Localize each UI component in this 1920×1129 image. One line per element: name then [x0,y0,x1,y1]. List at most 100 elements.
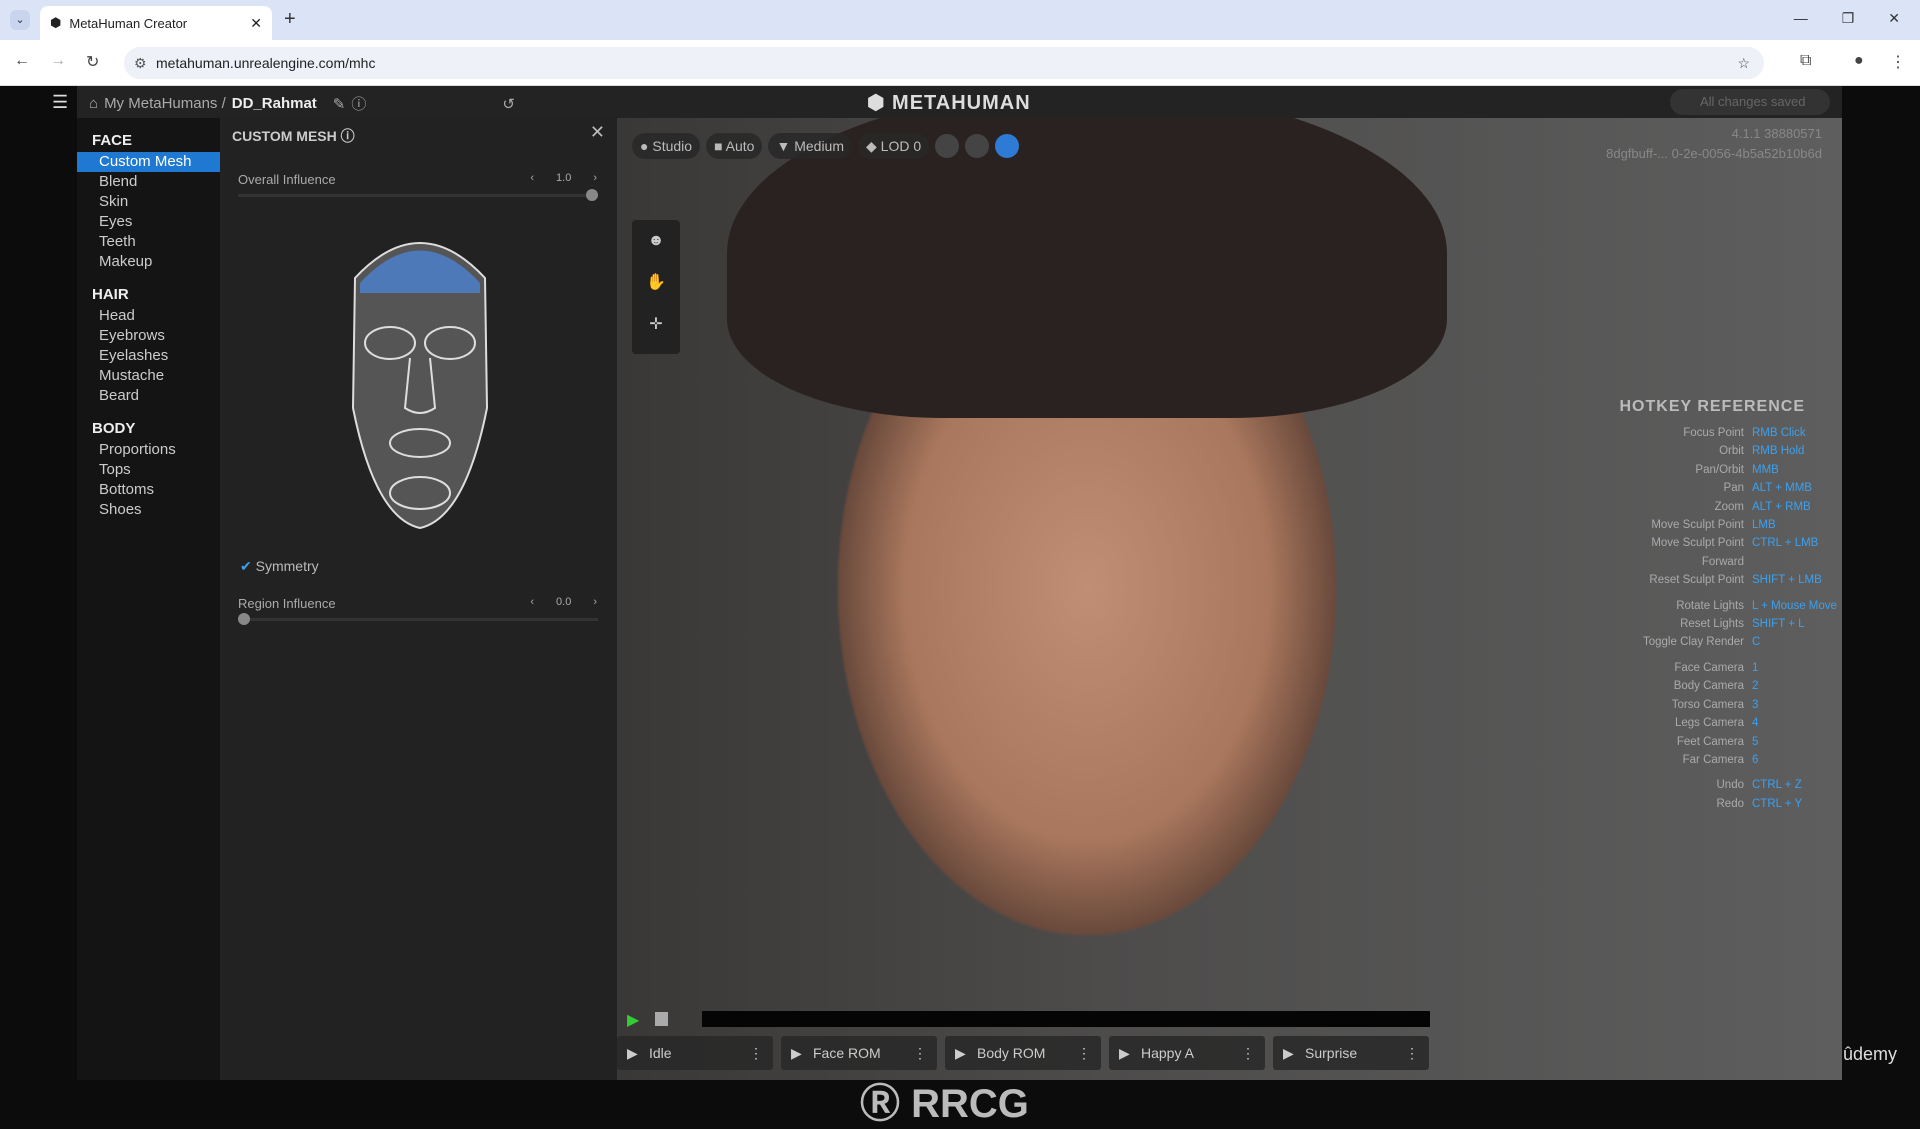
hotkey-binding: 5 [1752,735,1759,748]
more-options-icon[interactable]: ⋮ [913,1036,927,1070]
slider-handle[interactable] [586,189,598,201]
sidebar-item-skin[interactable]: Skin [77,192,220,212]
lighting-studio-button[interactable]: ● Studio [632,133,701,159]
clay-render-icon[interactable] [965,134,990,158]
face-region-map[interactable] [315,218,525,538]
new-tab-button[interactable]: + [284,8,296,31]
sidebar-item-custom-mesh[interactable]: Custom Mesh [77,152,220,172]
sidebar-item-eyebrows[interactable]: Eyebrows [77,326,220,346]
hotkey-action: Face Camera [1674,661,1744,674]
close-tab-icon[interactable]: ✕ [250,15,262,32]
sidebar-item-eyelashes[interactable]: Eyelashes [77,346,220,366]
more-options-icon[interactable]: ⋮ [1077,1036,1091,1070]
hotkey-action: Reset Lights [1680,618,1744,631]
animation-preset[interactable]: ▶ Face ROM ⋮ [781,1036,937,1070]
restore-icon[interactable]: ❐ [1842,10,1855,27]
more-options-icon[interactable]: ⋮ [749,1036,763,1070]
sidebar-item-head[interactable]: Head [77,306,220,326]
sculpt-face-icon[interactable]: ☻ [632,220,680,262]
hotkey-binding: LMB [1752,519,1776,532]
increase-icon[interactable]: › [593,172,597,184]
animation-preset[interactable]: ▶ Idle ⋮ [617,1036,773,1070]
version-text: 4.1.1 38880571 [1731,126,1822,141]
reload-icon[interactable]: ↻ [86,52,99,72]
decrease-icon[interactable]: ‹ [530,596,534,608]
decrease-icon[interactable]: ‹ [530,172,534,184]
hotkey-toggle-icon[interactable] [995,134,1020,158]
url-input[interactable]: ⚙ metahuman.unrealengine.com/mhc ☆ [124,47,1764,79]
hotkey-row: Pan ALT + MMB [1617,479,1842,497]
hotkey-action: Feet Camera [1676,735,1744,748]
hotkey-binding: RMB Hold [1752,445,1805,458]
edit-icon[interactable]: ✎ [333,95,346,113]
region-influence-value: 0.0 [556,596,572,608]
close-panel-icon[interactable]: ✕ [590,122,605,143]
sidebar-item-beard[interactable]: Beard [77,386,220,406]
more-options-icon[interactable]: ⋮ [1241,1036,1255,1070]
sidebar-item-eyes[interactable]: Eyes [77,212,220,232]
hotkey-row: Rotate Lights L + Mouse Move [1617,597,1842,615]
window-close-icon[interactable]: ✕ [1888,10,1900,27]
help-icon[interactable]: ⓘ [341,128,355,144]
increase-icon[interactable]: › [593,596,597,608]
hotkey-row: Pan/Orbit MMB [1617,461,1842,479]
hotkey-binding: C [1752,636,1761,649]
info-icon[interactable]: ⓘ [351,93,366,114]
stop-icon[interactable] [655,1012,668,1026]
3d-viewport[interactable]: ● Studio ■ Auto ▼ Medium ◆ LOD 0 ☻ ✋ ✛ 4… [617,118,1842,1080]
app-top-bar: ⌂ My MetaHumans / DD_Rahmat ✎ ⓘ ↺ ⬢ METAHUMAN… [77,86,1842,118]
breadcrumb-current: DD_Rahmat [231,95,317,112]
hotkey-row: Focus Point RMB Click [1617,424,1842,442]
home-icon[interactable]: ⌂ [89,95,98,112]
hotkey-row: Feet Camera 5 [1617,733,1842,751]
sidebar-item-proportions[interactable]: Proportions [77,440,220,460]
sidebar-item-bottoms[interactable]: Bottoms [77,480,220,500]
move-cross-icon[interactable]: ✛ [632,304,680,346]
browser-tab[interactable]: ⬢ MetaHuman Creator ✕ [40,6,272,40]
hotkey-binding: 1 [1752,661,1759,674]
tab-search-button[interactable]: ⌄ [10,10,30,30]
profile-avatar[interactable]: ● [1854,52,1864,70]
hotkey-action: Far Camera [1682,753,1744,766]
sculpt-tools: ☻ ✋ ✛ [632,220,680,354]
browser-menu-icon[interactable]: ⋮ [1890,52,1906,72]
sidebar-item-makeup[interactable]: Makeup [77,252,220,272]
minimize-icon[interactable]: — [1794,10,1808,27]
animation-preset[interactable]: ▶ Body ROM ⋮ [945,1036,1101,1070]
sidebar-item-tops[interactable]: Tops [77,460,220,480]
overall-influence-label: Overall Influence [238,172,336,187]
hotkey-action: Zoom [1714,500,1744,513]
hotkey-row: Far Camera 6 [1617,751,1842,769]
sidebar-item-mustache[interactable]: Mustache [77,366,220,386]
breadcrumb-root[interactable]: My MetaHumans / [104,95,226,112]
hotkey-action: Reset Sculpt Point [1649,574,1744,587]
camera-auto-button[interactable]: ■ Auto [706,133,763,159]
sidebar-item-blend[interactable]: Blend [77,172,220,192]
quality-medium-button[interactable]: ▼ Medium [768,133,852,159]
sidebar-item-shoes[interactable]: Shoes [77,500,220,520]
metahuman-favicon-icon: ⬢ [50,15,62,30]
extensions-icon[interactable]: ⧉ [1800,52,1811,70]
play-icon[interactable]: ▶ [627,1010,639,1030]
bookmark-star-icon[interactable]: ☆ [1737,47,1750,79]
undo-icon[interactable]: ↺ [502,95,515,113]
hotkey-action: Body Camera [1673,680,1744,693]
back-icon[interactable]: ← [14,52,30,70]
timeline-scrubber[interactable] [702,1011,1430,1027]
brush-icon[interactable] [935,134,960,158]
site-info-icon[interactable]: ⚙ [134,47,147,79]
hotkey-binding: RMB Click [1752,427,1806,439]
slider-handle[interactable] [238,613,250,625]
move-hand-icon[interactable]: ✋ [632,262,680,304]
lod-button[interactable]: ◆ LOD 0 [858,133,930,159]
hotkey-binding: SHIFT + L [1752,618,1805,631]
overall-influence-slider[interactable] [238,189,598,201]
hamburger-menu-icon[interactable]: ☰ [52,92,68,113]
forward-icon[interactable]: → [50,52,66,70]
symmetry-checkbox[interactable]: ✔ Symmetry [240,558,319,575]
region-influence-slider[interactable] [238,613,598,625]
sidebar-item-teeth[interactable]: Teeth [77,232,220,252]
animation-preset[interactable]: ▶ Surprise ⋮ [1273,1036,1429,1070]
more-options-icon[interactable]: ⋮ [1405,1036,1419,1070]
animation-preset[interactable]: ▶ Happy A ⋮ [1109,1036,1265,1070]
